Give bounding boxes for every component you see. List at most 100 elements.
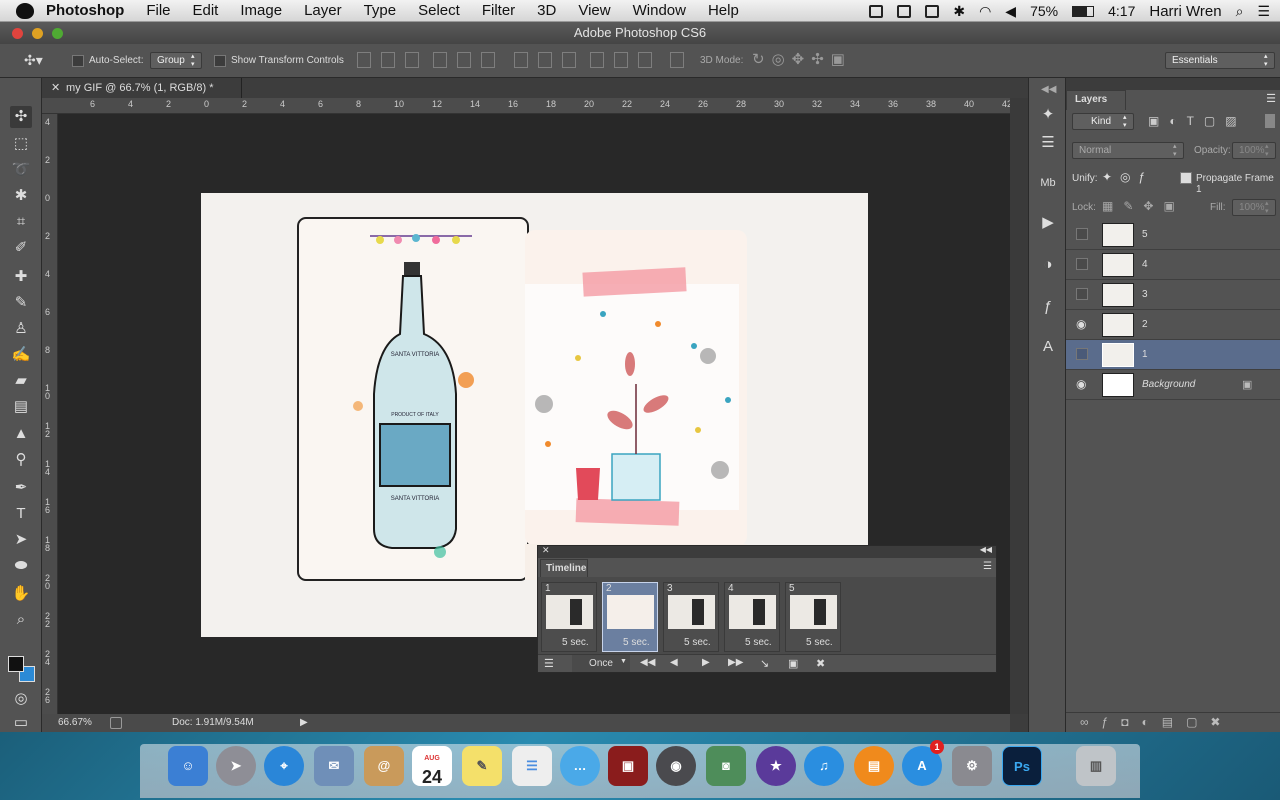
close-doc-icon[interactable]: ✕ [51,78,60,98]
workspace-dropdown[interactable]: Essentials [1165,52,1275,69]
character-panel-icon[interactable]: A [1037,336,1059,358]
frame-1[interactable]: 1 5 sec. [541,582,597,652]
status-info-icon[interactable] [110,717,122,729]
eye-icon[interactable]: ◉ [1076,317,1086,331]
align-right-icon[interactable] [481,52,495,68]
notes-icon[interactable]: ✎ [462,746,502,786]
loop-dropdown-arrow-icon[interactable]: ▼ [620,658,627,665]
frame-delay[interactable]: 5 sec. [623,637,650,648]
play-icon[interactable]: ▶ [702,657,710,668]
menu-view[interactable]: View [578,2,610,19]
close-timeline-icon[interactable]: ✕ [542,545,550,556]
gradient-tool-icon[interactable]: ▤ [10,396,32,418]
distribute-hcenter-icon[interactable] [614,52,628,68]
shield-icon[interactable] [869,4,884,18]
launchpad-icon[interactable]: ➤ [216,746,256,786]
menu-file[interactable]: File [146,2,170,19]
frame-delay[interactable]: 5 sec. [745,637,772,648]
layer-row[interactable]: 5 [1066,220,1280,250]
frame-4[interactable]: 4 5 sec. [724,582,780,652]
lasso-tool-icon[interactable]: ➰ [10,159,32,181]
distribute-bottom-icon[interactable] [562,52,576,68]
foreground-color-swatch[interactable] [8,656,24,672]
menu-select[interactable]: Select [418,2,460,19]
ruler-horizontal[interactable]: 6 4 2 0 2 4 6 8 10 12 14 16 18 20 22 24 26 28 30 32 34 36 38 40… [42,98,1012,114]
menu-3d[interactable]: 3D [537,2,556,19]
battery-percent[interactable]: 75% [1030,3,1058,19]
type-tool-icon[interactable]: T [10,503,32,525]
visibility-toggle[interactable] [1076,348,1088,360]
minimize-window-button[interactable] [32,28,43,39]
trash-icon[interactable]: ▥ [1076,746,1116,786]
system-preferences-icon[interactable]: ⚙ [952,746,992,786]
opacity-field[interactable]: 100% [1232,142,1276,159]
duplicate-frame-icon[interactable]: ▣ [788,657,798,670]
collapse-panels-icon[interactable]: ◀◀ [1041,84,1056,95]
blur-tool-icon[interactable]: ▲ [10,423,32,445]
auto-align-icon[interactable] [670,52,684,68]
safari-icon[interactable]: ⌖ [264,746,304,786]
history-brush-tool-icon[interactable]: ✍ [10,344,32,366]
quick-mask-icon[interactable]: ◎ [10,688,32,710]
messages-icon[interactable]: … [560,746,600,786]
layer-name[interactable]: 1 [1142,349,1148,360]
propagate-checkbox[interactable] [1180,172,1192,184]
distribute-vcenter-icon[interactable] [538,52,552,68]
layer-name[interactable]: 2 [1142,319,1148,330]
eyedropper-tool-icon[interactable]: ✐ [10,237,32,259]
distribute-right-icon[interactable] [638,52,652,68]
quick-select-tool-icon[interactable]: ✱ [10,185,32,207]
mini-bridge-icon[interactable]: Mb [1037,172,1059,194]
zoom-window-button[interactable] [52,28,63,39]
user-name[interactable]: Harri Wren [1149,3,1221,20]
layer-name[interactable]: 3 [1142,289,1148,300]
healing-brush-tool-icon[interactable]: ✚ [10,266,32,288]
styles-panel-icon[interactable]: ƒ [1037,296,1059,318]
ibooks-icon[interactable]: ▤ [854,746,894,786]
iphoto-icon[interactable]: ◙ [706,746,746,786]
blend-mode-dropdown[interactable]: Normal [1072,142,1184,159]
auto-select-checkbox[interactable] [72,55,84,67]
align-bottom-icon[interactable] [405,52,419,68]
layer-row[interactable]: 4 [1066,250,1280,280]
layers-footer-icons[interactable]: ∞ƒ◘◐▤▢✖ [1066,712,1280,732]
first-frame-icon[interactable]: ◀◀ [640,657,655,668]
distribute-top-icon[interactable] [514,52,528,68]
brush-tool-icon[interactable]: ✎ [10,292,32,314]
previous-frame-icon[interactable]: ◀ [670,657,678,668]
zoom-level[interactable]: 66.67% [58,714,92,732]
photo-booth-icon[interactable]: ▣ [608,746,648,786]
clone-stamp-tool-icon[interactable]: ♙ [10,318,32,340]
menu-help[interactable]: Help [708,2,739,19]
frame-delay[interactable]: 5 sec. [562,637,589,648]
tween-icon[interactable]: ↘ [760,657,769,670]
dodge-tool-icon[interactable]: ⚲ [10,449,32,471]
apple-icon[interactable] [16,2,34,19]
mail-icon[interactable]: ✉ [314,746,354,786]
screen-mode-icon[interactable]: ▭ [10,712,32,734]
move-tool-icon[interactable]: ✣ [10,106,32,128]
actions-panel-icon[interactable]: ▶ [1037,212,1059,234]
layers-tab[interactable]: Layers [1066,90,1126,110]
eye-icon[interactable]: ◉ [1076,377,1086,391]
move-tool-preset-icon[interactable]: ✣▾ [24,52,43,69]
ellipse-tool-icon[interactable]: ⬬ [10,555,32,577]
notification-list-icon[interactable]: ☰ [1257,3,1270,20]
layer-filter-icons[interactable]: ▣◐T▢▨ [1148,114,1247,128]
frame-5[interactable]: 5 5 sec. [785,582,841,652]
menu-type[interactable]: Type [364,2,397,19]
layer-row-selected[interactable]: 1 [1066,340,1280,370]
show-transform-checkbox[interactable] [214,55,226,67]
zoom-tool-icon[interactable]: ⌕ [10,609,32,631]
history-panel-icon[interactable]: ✦ [1037,104,1059,126]
document-tab[interactable]: ✕ my GIF @ 66.7% (1, RGB/8) * [42,78,242,98]
frame-delay[interactable]: 5 sec. [684,637,711,648]
ruler-vertical[interactable]: 4 2 0 2 4 6 8 10 12 14 16 18 20 22 24 26 [42,114,58,714]
convert-timeline-icon[interactable]: ☰ [544,657,554,670]
frame-3[interactable]: 3 5 sec. [663,582,719,652]
align-vcenter-icon[interactable] [381,52,395,68]
menu-edit[interactable]: Edit [193,2,219,19]
imovie-icon[interactable]: ★ [756,746,796,786]
collapse-timeline-icon[interactable]: ◀◀ [980,545,992,554]
itunes-icon[interactable]: ♫ [804,746,844,786]
